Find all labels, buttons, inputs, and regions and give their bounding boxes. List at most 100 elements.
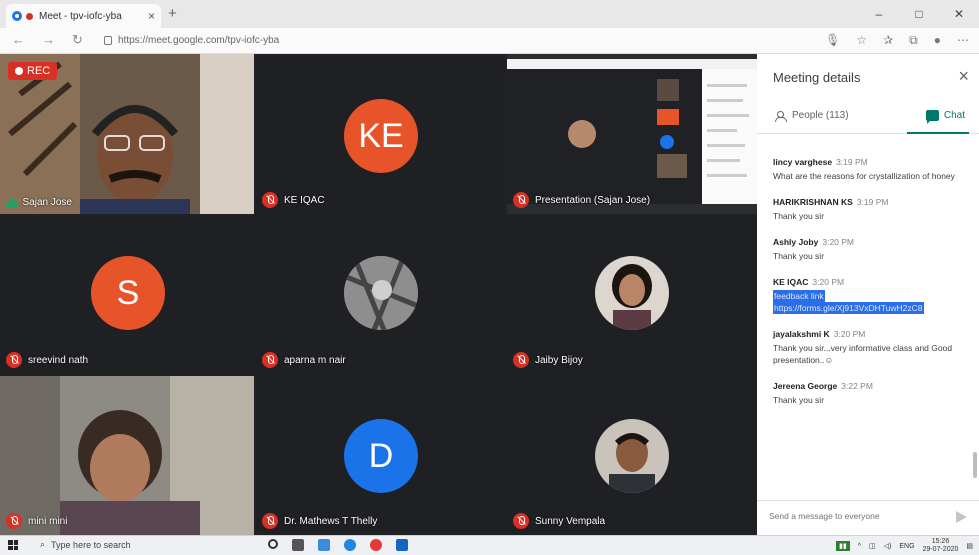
participant-tile-dr-mathews-t-thelly[interactable]: D Dr. Mathews T Thelly [256,376,505,535]
message-text: Thank you sir [773,395,825,405]
task-view-icon[interactable] [292,539,304,551]
language-indicator[interactable]: ENG [899,543,914,550]
mic-off-icon [6,352,22,368]
minimize-button[interactable]: – [859,0,899,28]
message-sender: lincy varghese [773,157,833,167]
new-tab-button[interactable]: + [168,6,177,21]
collections-icon[interactable]: ⧉ [909,33,918,48]
tray-chevron-icon[interactable]: ^ [858,543,861,550]
meeting-details-panel: Meeting details × People (113) Chat linc… [757,54,979,535]
recording-dot-icon [26,12,33,20]
notifications-icon[interactable]: ▤ [966,542,973,550]
lock-icon [104,36,112,45]
favorite-star-icon[interactable]: ☆ [856,33,867,48]
browser-tab-bar: Meet - tpv-iofc-yba × + – □ ✕ [0,0,979,28]
participant-photo [595,256,669,330]
close-window-button[interactable]: ✕ [939,0,979,28]
back-icon[interactable]: ← [12,32,25,47]
tab-people-label: People (113) [792,110,849,121]
chat-composer [757,500,979,535]
tab-close-icon[interactable]: × [148,9,155,23]
participant-avatar: D [344,419,418,493]
people-icon [775,110,787,122]
more-menu-icon[interactable]: ⋯ [957,33,969,48]
volume-icon[interactable]: ◁) [884,542,892,550]
chat-message: KE IQAC 3:20 PM feedback link https://for… [773,277,969,314]
tile-namebar: Sunny Vempala [513,513,605,529]
edge-icon[interactable] [344,539,356,551]
store-icon[interactable] [318,539,330,551]
message-time: 3:20 PM [822,237,855,247]
refresh-icon[interactable]: ↻ [72,32,83,48]
profile-avatar-icon[interactable]: ● [934,33,941,48]
tile-namebar: Dr. Mathews T Thelly [262,513,377,529]
tab-chat[interactable]: Chat [925,110,965,124]
taskbar-clock[interactable]: 15:26 29-07-2020 [923,538,959,554]
chat-message-input[interactable] [769,511,939,521]
chrome-icon[interactable] [370,539,382,551]
camera-video-feed [0,376,254,535]
browser-tab[interactable]: Meet - tpv-iofc-yba × [6,4,161,28]
participant-name: Sunny Vempala [535,515,606,527]
feedback-link-url[interactable]: https://forms.gle/Xj913VxDHTuwH2zC8 [773,302,924,314]
tile-namebar: aparna m nair [262,352,346,368]
profile-photo-image [595,419,669,493]
favorites-bar-icon[interactable]: ✰ [883,33,893,48]
participant-tile-sajan-jose[interactable]: REC Sajan Jose [0,54,254,214]
url-field[interactable]: https://meet.google.com/tpv-iofc-yba [104,35,279,46]
mic-off-icon [513,513,529,529]
message-sender: jayalakshmi K [773,329,830,339]
panel-tabs: People (113) Chat [757,104,979,134]
participant-tile-jaiby-bijoy[interactable]: Jaiby Bijoy [507,216,757,374]
message-sender: Jereena George [773,381,838,391]
feedback-link-label[interactable]: feedback link [773,290,825,302]
message-header: Jereena George 3:22 PM [773,381,969,391]
mic-off-icon [513,192,529,208]
file-explorer-icon[interactable] [396,539,408,551]
message-time: 3:20 PM [833,329,866,339]
message-sender: Ashly Joby [773,237,819,247]
tab-people[interactable]: People (113) [775,110,849,122]
tile-namebar: mini mini [6,513,67,529]
participant-tile-sreevind-nath[interactable]: S sreevind nath [0,216,254,374]
participant-name: KE IQAC [284,194,325,206]
message-header: Ashly Joby 3:20 PM [773,237,969,247]
forward-icon[interactable]: → [42,32,55,47]
tab-chat-label: Chat [943,110,965,121]
chat-scrollbar[interactable] [973,452,977,478]
cortana-icon[interactable] [268,539,278,549]
participant-avatar: S [91,256,165,330]
participant-name: sreevind nath [28,354,89,366]
recording-label: REC [27,65,51,77]
network-icon[interactable]: ◫ [869,542,876,550]
send-icon[interactable] [956,511,967,523]
meet-favicon-icon [12,11,22,21]
windows-start-icon[interactable] [8,540,18,550]
message-sender: HARIKRISHNAN KS [773,197,853,207]
message-header: jayalakshmi K 3:20 PM [773,329,969,339]
taskbar-search[interactable]: ⌕ Type here to search [40,539,131,550]
participant-tile-ke-iqac[interactable]: KE KE IQAC [256,54,505,214]
address-bar: ← → ↻ https://meet.google.com/tpv-iofc-y… [0,28,979,54]
participant-avatar: KE [344,99,418,173]
maximize-button[interactable]: □ [899,0,939,28]
mic-off-icon [262,513,278,529]
participant-name: Jaiby Bijoy [535,354,583,366]
microphone-icon[interactable]: 🎙 [825,33,840,48]
message-time: 3:19 PM [856,197,889,207]
participant-tile-sunny-vempala[interactable]: Sunny Vempala [507,376,757,535]
message-text: Thank you sir...very informative class a… [773,343,953,365]
profile-photo-image [595,256,669,330]
chat-message: jayalakshmi K 3:20 PM Thank you sir...ver… [773,329,969,366]
participant-tile-mini-mini[interactable]: mini mini [0,376,254,535]
close-panel-icon[interactable]: × [958,66,969,87]
message-sender: KE IQAC [773,277,809,287]
tile-namebar: sreevind nath [6,352,88,368]
mic-off-icon [6,513,22,529]
participant-tile-aparna-m-nair[interactable]: aparna m nair [256,216,505,374]
browser-toolbar-icons: 🎙 ☆ ✰ ⧉ ● ⋯ [825,33,969,48]
tab-title: Meet - tpv-iofc-yba [39,10,122,22]
tile-namebar: Presentation (Sajan Jose) [513,192,650,208]
battery-icon[interactable]: ▮▮ [836,541,850,551]
participant-tile-presentation[interactable]: Presentation (Sajan Jose) [507,54,757,214]
